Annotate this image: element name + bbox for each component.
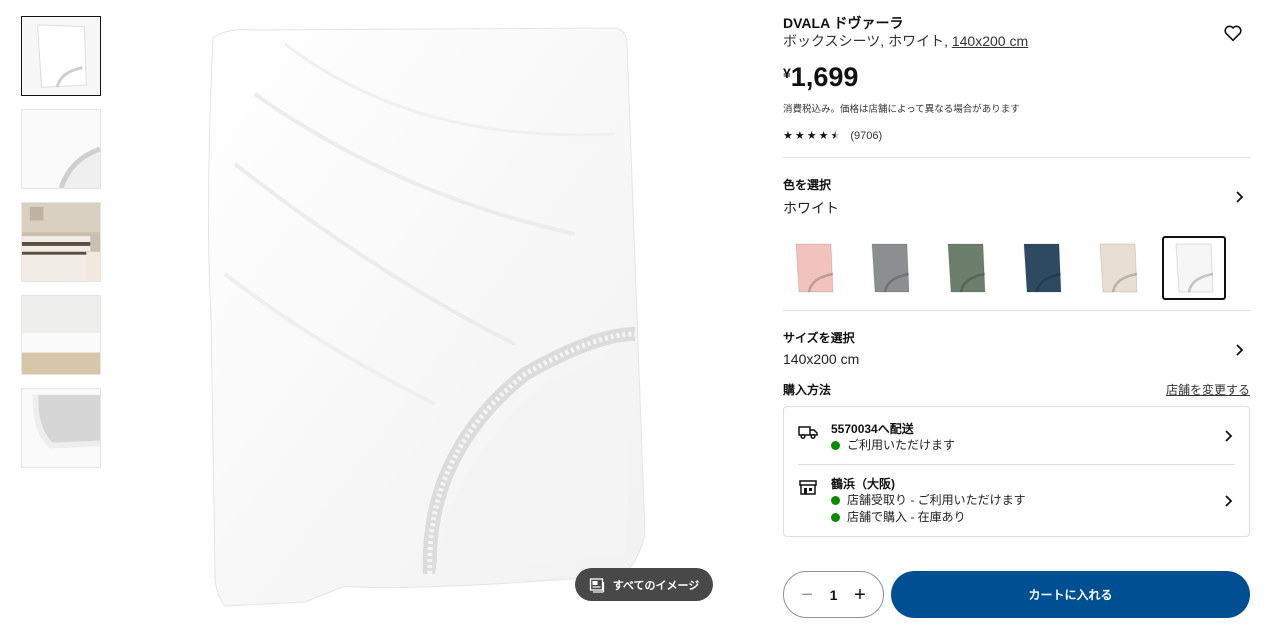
thumbnail-sheet-white[interactable] [21,16,101,96]
gallery-icon [589,577,604,593]
status-dot [831,496,840,505]
swatch-sheet-icon [1023,243,1062,293]
review-count: (9706) [850,129,883,142]
size-selector[interactable]: サイズを選択 140x200 cm [783,311,1250,381]
tax-note: 消費税込み。価格は店舗によって異なる場合があります [783,104,1020,115]
delivery-title: 5570034へ配送 [831,422,914,436]
price: ¥1,699 [783,62,1250,97]
chevron-right-icon [1236,191,1244,203]
store-status-1-text: 店舗受取り - ご利用いただけます [847,493,1026,507]
size-label: サイズを選択 [783,331,855,345]
thumbnail-corner[interactable] [21,388,101,468]
store-title: 鶴浜（大阪) [831,477,895,491]
color-swatches [782,236,1250,300]
add-to-cart-bar: − 1 + カートに入れる [783,571,1250,618]
thumbnail-bedroom[interactable] [21,202,101,282]
increase-quantity-button[interactable]: + [852,585,868,605]
description-text: ボックスシーツ, ホワイト, [783,33,952,49]
product-info-panel: DVALA ドヴァーラ ボックスシーツ, ホワイト, 140x200 cm ¥1… [783,14,1250,537]
status-dot [831,441,840,450]
delivery-option[interactable]: 5570034へ配送 ご利用いただけます [798,407,1235,464]
color-swatch-beige[interactable] [1086,236,1150,300]
delivery-status-text: ご利用いただけます [847,438,956,452]
thumbnail-list [21,16,101,481]
chevron-right-icon [1225,429,1233,442]
star-icon: ★ [818,130,829,142]
star-icon: ★ [783,130,793,142]
store-status-2-text: 店舗で購入 - 在庫あり [847,510,966,524]
color-swatch-green[interactable] [934,236,998,300]
delivery-status: ご利用いただけます [831,437,955,454]
size-link[interactable]: 140x200 cm [952,33,1028,49]
swatch-sheet-icon [1099,243,1138,293]
chevron-right-icon [1225,494,1233,507]
color-label: 色を選択 [783,178,832,192]
rating[interactable]: ★ ★ ★ ★ ★ (9706) [783,129,1250,143]
store-icon [799,480,817,495]
swatch-sheet-icon [795,243,834,293]
store-status-2: 店舗で購入 - 在庫あり [831,509,1026,526]
color-swatch-grey[interactable] [858,236,922,300]
color-swatch-white[interactable] [1162,236,1226,300]
half-star-icon: ★ [830,130,841,142]
thumbnail-closeup-elastic[interactable] [21,109,101,189]
swatch-sheet-icon [947,243,986,293]
swatch-sheet-icon [1175,243,1214,293]
size-value: 140x200 cm [783,351,860,367]
truck-icon [798,426,818,440]
color-swatch-pink[interactable] [782,236,846,300]
color-selector[interactable]: 色を選択 ホワイト [783,158,1250,218]
change-store-link[interactable]: 店舗を変更する [1166,381,1250,398]
purchase-options: 5570034へ配送 ご利用いただけます 鶴浜（大阪) 店舗受取り - ご利用い… [783,406,1250,537]
star-icon: ★ [794,130,805,142]
thumbnail-mattress[interactable] [21,295,101,375]
swatch-sheet-icon [871,243,910,293]
purchase-header: 購入方法 店舗を変更する [783,381,1250,398]
quantity-stepper: − 1 + [783,571,884,618]
status-dot [831,513,840,522]
view-all-label: すべてのイメージ [612,579,700,592]
decrease-quantity-button[interactable]: − [799,585,815,605]
price-currency: ¥ [783,65,791,81]
color-swatch-blue[interactable] [1010,236,1074,300]
color-value: ホワイト [783,200,839,216]
price-amount: 1,699 [790,62,859,92]
add-to-cart-button[interactable]: カートに入れる [891,571,1250,618]
store-option[interactable]: 鶴浜（大阪) 店舗受取り - ご利用いただけます 店舗で購入 - 在庫あり [798,464,1235,536]
store-status-1: 店舗受取り - ご利用いただけます [831,492,1026,509]
view-all-images-button[interactable]: すべてのイメージ [575,568,713,601]
product-title: DVALA ドヴァーラ [783,15,904,31]
chevron-right-icon [1236,344,1244,356]
star-icon: ★ [806,130,817,142]
quantity-value[interactable]: 1 [830,587,838,603]
product-description: ボックスシーツ, ホワイト, 140x200 cm [783,32,1250,50]
purchase-label: 購入方法 [783,383,832,397]
heart-icon[interactable] [1222,22,1244,44]
main-product-image [195,14,665,614]
